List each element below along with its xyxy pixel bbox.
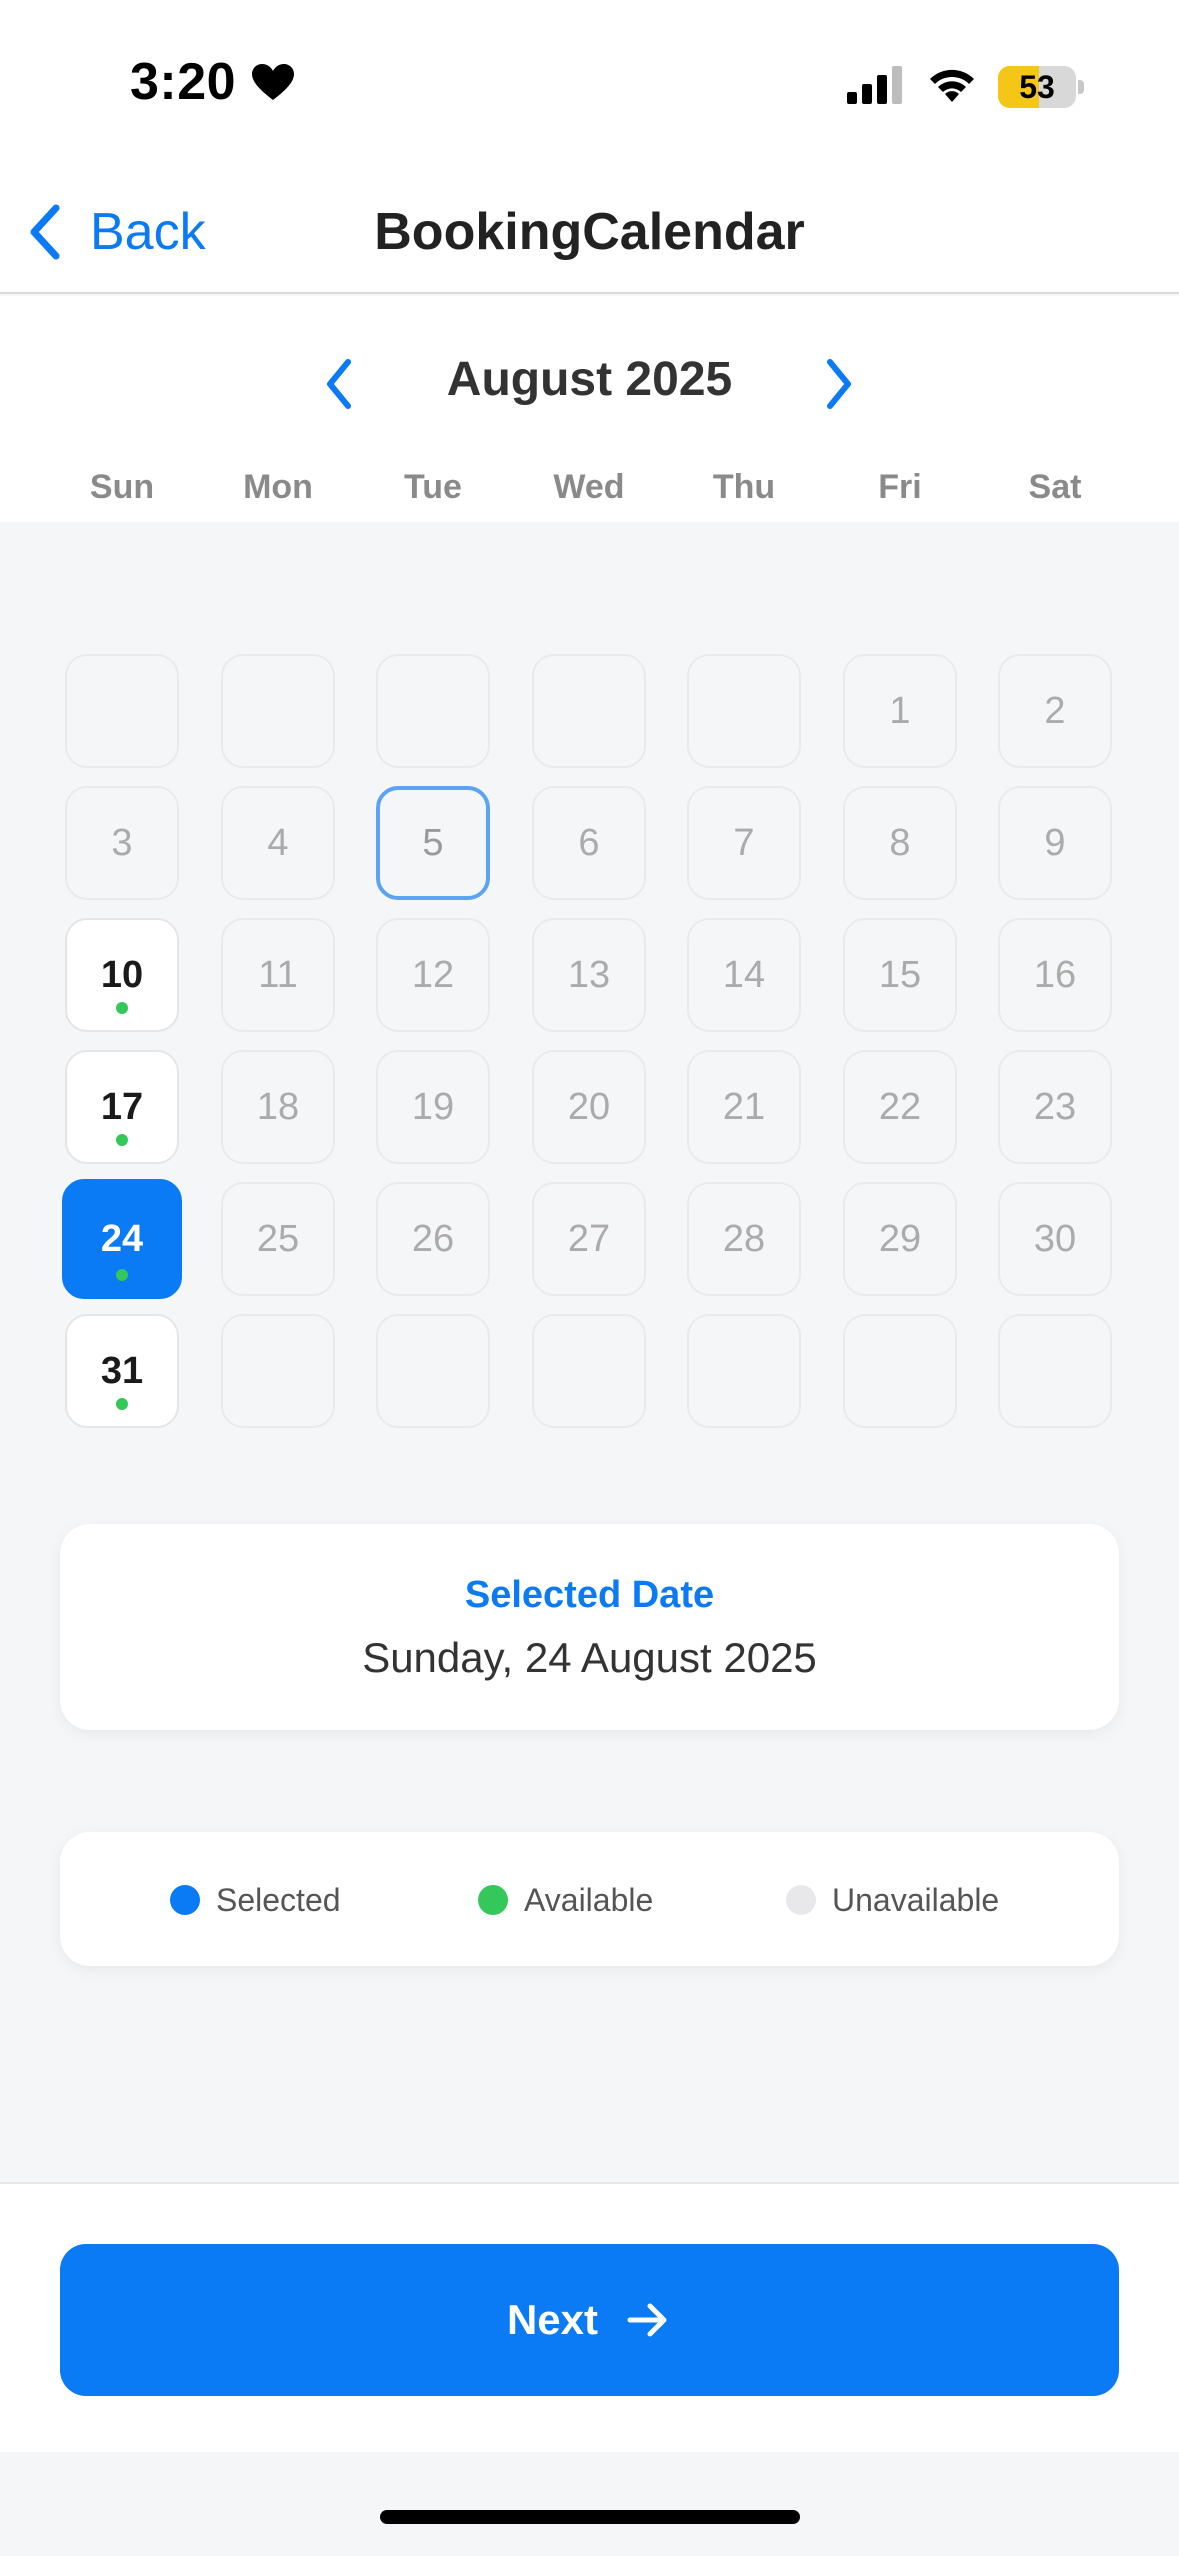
day-cell-11: 11 bbox=[221, 918, 335, 1032]
day-cell-empty bbox=[998, 1314, 1112, 1428]
day-cell-empty bbox=[843, 1314, 957, 1428]
day-cell-20: 20 bbox=[532, 1050, 646, 1164]
weekday-label-tue: Tue bbox=[404, 468, 462, 506]
signal-icon bbox=[847, 66, 902, 104]
day-cell-28: 28 bbox=[687, 1182, 801, 1296]
availability-dot bbox=[116, 1134, 128, 1146]
day-cell-empty bbox=[532, 1314, 646, 1428]
arrow-right-icon bbox=[627, 2303, 667, 2337]
weekday-row: Sun Mon Tue Wed Thu Fri Sat bbox=[30, 468, 1150, 508]
day-cell-empty bbox=[65, 654, 179, 768]
legend-dot-unavailable bbox=[786, 1885, 816, 1915]
calendar-header: August 2025 Sun Mon Tue Wed Thu Fri Sat bbox=[0, 296, 1179, 522]
day-cell-8: 8 bbox=[843, 786, 957, 900]
day-cell-empty bbox=[376, 1314, 490, 1428]
day-cell-25: 25 bbox=[221, 1182, 335, 1296]
bottom-action-area: Next bbox=[0, 2182, 1179, 2452]
next-button-label: Next bbox=[506, 2296, 599, 2343]
day-cell-12: 12 bbox=[376, 918, 490, 1032]
day-cell-5: 5 bbox=[376, 786, 490, 900]
legend-label: Unavailable bbox=[832, 1881, 1000, 1918]
legend-item-available: Available bbox=[478, 1880, 653, 1920]
day-cell-21: 21 bbox=[687, 1050, 801, 1164]
screen: 3:20 53 Back BookingCalendar August 2025… bbox=[0, 0, 1179, 2556]
day-cell-6: 6 bbox=[532, 786, 646, 900]
weekday-label-sun: Sun bbox=[89, 468, 155, 506]
month-label: August 2025 bbox=[446, 353, 733, 406]
day-cell-9: 9 bbox=[998, 786, 1112, 900]
legend-item-selected: Selected bbox=[170, 1880, 341, 1920]
battery-cap bbox=[1078, 80, 1084, 94]
selected-date-title: Selected Date bbox=[464, 1574, 715, 1616]
day-cell-19: 19 bbox=[376, 1050, 490, 1164]
day-cell-3: 3 bbox=[65, 786, 179, 900]
day-cell-30: 30 bbox=[998, 1182, 1112, 1296]
day-cell-29: 29 bbox=[843, 1182, 957, 1296]
legend-item-unavailable: Unavailable bbox=[786, 1880, 999, 1920]
day-cell-2: 2 bbox=[998, 654, 1112, 768]
status-bar: 3:20 53 bbox=[0, 0, 1179, 170]
weekday-label-sat: Sat bbox=[1028, 468, 1082, 506]
day-cell-7: 7 bbox=[687, 786, 801, 900]
day-cell-empty bbox=[532, 654, 646, 768]
weekday-label-fri: Fri bbox=[878, 468, 922, 506]
weekday-label-thu: Thu bbox=[712, 468, 776, 506]
availability-dot bbox=[116, 1269, 128, 1281]
selected-date-value: Sunday, 24 August 2025 bbox=[362, 1634, 817, 1681]
day-cell-14: 14 bbox=[687, 918, 801, 1032]
selected-date-card: Selected Date Sunday, 24 August 2025 bbox=[60, 1524, 1119, 1730]
day-cell-10[interactable]: 10 bbox=[65, 918, 179, 1032]
day-cell-26: 26 bbox=[376, 1182, 490, 1296]
weekday-label-wed: Wed bbox=[553, 468, 625, 506]
page-title: BookingCalendar bbox=[374, 203, 805, 261]
day-cell-empty bbox=[687, 654, 801, 768]
nav-bar: Back BookingCalendar bbox=[0, 170, 1179, 294]
weekday-label-mon: Mon bbox=[243, 468, 313, 506]
legend-dot-available bbox=[478, 1885, 508, 1915]
day-cell-18: 18 bbox=[221, 1050, 335, 1164]
legend-label: Selected bbox=[216, 1881, 341, 1918]
day-cell-13: 13 bbox=[532, 918, 646, 1032]
day-cell-24[interactable]: 24 bbox=[62, 1179, 182, 1299]
day-cell-15: 15 bbox=[843, 918, 957, 1032]
day-cell-22: 22 bbox=[843, 1050, 957, 1164]
day-cell-1: 1 bbox=[843, 654, 957, 768]
day-cell-17[interactable]: 17 bbox=[65, 1050, 179, 1164]
home-indicator bbox=[380, 2510, 800, 2524]
legend-label: Available bbox=[524, 1881, 654, 1918]
legend-card: Selected Available Unavailable bbox=[60, 1832, 1119, 1966]
availability-dot bbox=[116, 1398, 128, 1410]
day-cell-empty bbox=[221, 1314, 335, 1428]
day-cell-31[interactable]: 31 bbox=[65, 1314, 179, 1428]
day-cell-16: 16 bbox=[998, 918, 1112, 1032]
next-month-button[interactable] bbox=[810, 352, 866, 416]
day-cell-23: 23 bbox=[998, 1050, 1112, 1164]
next-button[interactable]: Next bbox=[60, 2244, 1119, 2396]
day-cell-empty bbox=[221, 654, 335, 768]
day-cell-4: 4 bbox=[221, 786, 335, 900]
availability-dot bbox=[116, 1002, 128, 1014]
battery-percent: 53 bbox=[1019, 69, 1055, 105]
battery-icon: 53 bbox=[998, 66, 1076, 108]
day-cell-27: 27 bbox=[532, 1182, 646, 1296]
day-cell-empty bbox=[687, 1314, 801, 1428]
day-grid: 1 2 3 4 5 6 7 8 9 10 11 12 13 14 15 16 17 18 19 20 21 22 23 24 2… bbox=[0, 520, 1179, 1428]
heart-icon bbox=[252, 64, 294, 100]
legend-dot-selected bbox=[170, 1885, 200, 1915]
wifi-icon bbox=[930, 69, 974, 102]
day-cell-empty bbox=[376, 654, 490, 768]
status-time: 3:20 bbox=[130, 53, 237, 111]
